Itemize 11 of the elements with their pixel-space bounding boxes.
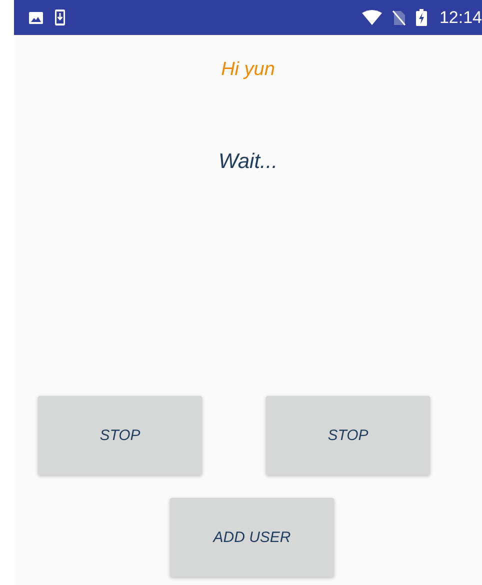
image-icon: [28, 10, 44, 26]
status-message: Wait...: [217, 149, 279, 175]
no-sim-icon: [392, 10, 406, 26]
greeting-text: Hi yun: [220, 58, 276, 82]
download-icon: [54, 9, 66, 26]
stop-button[interactable]: STOP: [38, 396, 202, 475]
wifi-icon: [362, 10, 382, 26]
add-user-button[interactable]: ADD USER: [170, 498, 334, 577]
clock-time: 12:14: [439, 8, 482, 28]
stop-button[interactable]: STOP: [266, 396, 430, 475]
battery-charging-icon: [416, 9, 428, 26]
